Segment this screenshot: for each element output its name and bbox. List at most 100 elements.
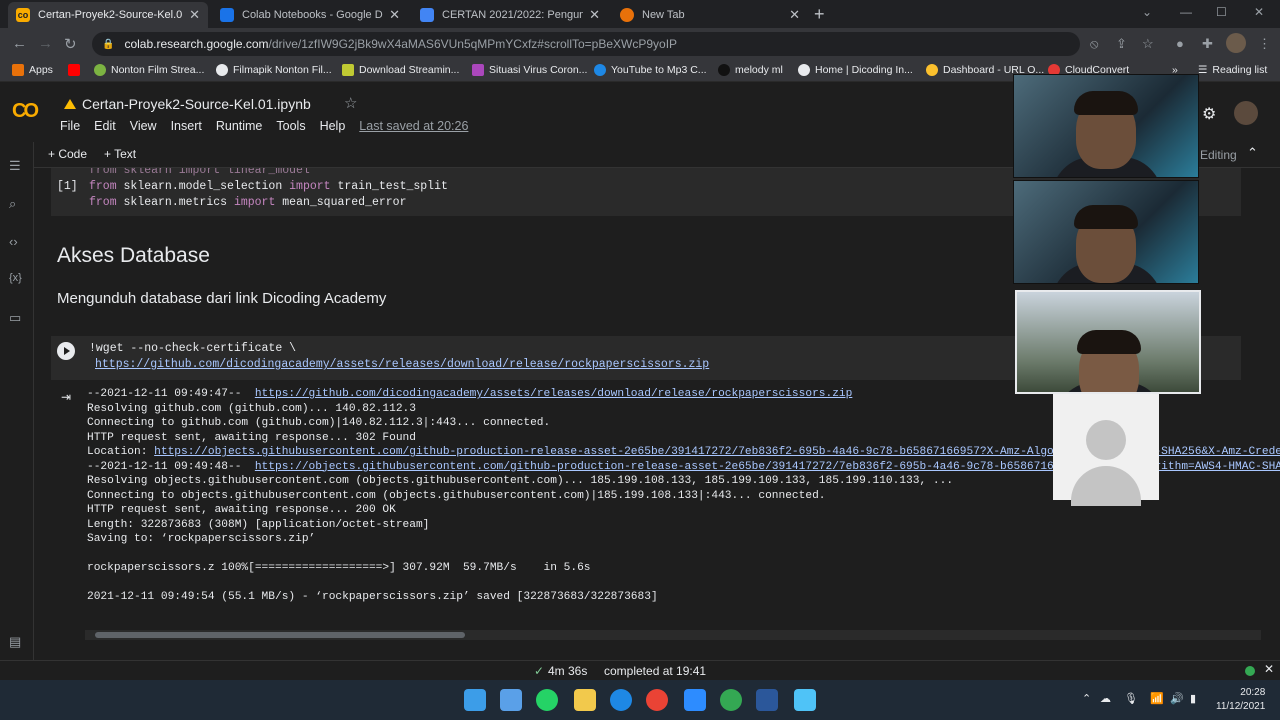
start-icon[interactable]	[464, 689, 486, 711]
output-link[interactable]: https://github.com/dicodingacademy/asset…	[255, 388, 853, 400]
volume-icon[interactable]: 🔊	[1170, 692, 1184, 705]
tab-new-tab[interactable]: New Tab ✕	[612, 2, 808, 28]
widgets-icon[interactable]	[500, 689, 522, 711]
whatsapp-icon[interactable]	[536, 689, 558, 711]
video-tile[interactable]	[1013, 180, 1199, 284]
colab-icon: co	[16, 8, 30, 22]
new-tab-button[interactable]: +	[814, 4, 825, 25]
profile-avatar[interactable]	[1226, 33, 1246, 53]
output-line: --2021-12-11 09:49:47-- https://github.c…	[87, 388, 853, 400]
colab-logo[interactable]: CO	[12, 100, 39, 123]
bookmark-item[interactable]: Nonton Film Strea...	[94, 64, 204, 76]
apps-grid-icon	[12, 64, 24, 76]
puzzle-icon[interactable]: ✚	[1202, 36, 1213, 52]
output-line: Resolving github.com (github.com)... 140…	[87, 402, 416, 415]
word-icon[interactable]	[756, 689, 778, 711]
video-tile[interactable]	[1013, 74, 1199, 178]
bookmark-item[interactable]: YouTube to Mp3 C...	[594, 64, 707, 76]
menu-view[interactable]: View	[130, 119, 157, 133]
editing-mode[interactable]: Editing	[1200, 148, 1237, 162]
bookmark-apps[interactable]: Apps	[12, 64, 53, 76]
add-code-button[interactable]: + Code	[48, 147, 87, 161]
bookmark-favicon	[926, 64, 938, 76]
status-bar: ✓ 4m 36s completed at 19:41 ✕	[0, 660, 1280, 680]
menu-insert[interactable]: Insert	[171, 119, 202, 133]
reload-icon[interactable]: ↻	[64, 35, 77, 53]
battery-icon[interactable]: ▮	[1190, 692, 1196, 705]
blocked-notification-icon[interactable]: ⦸	[1090, 36, 1098, 52]
browser-tab-bar: co Certan-Proyek2-Source-Kel.01.ip ✕ Col…	[0, 0, 1280, 28]
variables-icon[interactable]: {x}	[9, 272, 22, 284]
menu-tools[interactable]: Tools	[276, 119, 305, 133]
avatar-icon	[1086, 420, 1126, 460]
horizontal-scrollbar[interactable]	[85, 630, 1261, 640]
participant-placeholder[interactable]	[1053, 394, 1159, 506]
share-icon[interactable]: ⇪	[1116, 36, 1127, 52]
close-window-icon[interactable]: ✕	[1254, 5, 1264, 19]
menu-help[interactable]: Help	[320, 119, 346, 133]
output-line: Connecting to github.com (github.com)|14…	[87, 417, 551, 429]
output-line: HTTP request sent, awaiting response... …	[87, 504, 396, 516]
scrollbar-thumb[interactable]	[95, 632, 465, 638]
close-tab-icon[interactable]: ✕	[789, 7, 800, 23]
notebook-title[interactable]: Certan-Proyek2-Source-Kel.01.ipynb	[64, 96, 311, 112]
video-tile-active[interactable]	[1015, 290, 1201, 394]
code-url[interactable]: https://github.com/dicodingacademy/asset…	[95, 358, 709, 371]
menu-runtime[interactable]: Runtime	[216, 119, 263, 133]
minimize-icon[interactable]: —	[1180, 5, 1192, 19]
account-avatar[interactable]	[1234, 101, 1258, 125]
chrome-menu-icon[interactable]: ⋮	[1258, 36, 1271, 52]
forward-icon[interactable]: →	[38, 35, 53, 52]
windows-taskbar: ⌃ ☁ 🎙 📶 🔊 ▮ 20:28 11/12/2021	[0, 680, 1280, 720]
youtube-icon	[68, 64, 80, 76]
wifi-icon[interactable]: 📶	[1150, 692, 1164, 705]
bookmark-item[interactable]	[68, 64, 85, 76]
close-tab-icon[interactable]: ✕	[589, 7, 600, 23]
bookmark-item[interactable]: Filmapik Nonton Fil...	[216, 64, 332, 76]
toc-icon[interactable]: ☰	[9, 158, 21, 174]
tab-google-drive[interactable]: Colab Notebooks - Google Drive ✕	[212, 2, 408, 28]
chrome-icon[interactable]	[646, 689, 668, 711]
code-snippets-icon[interactable]: ‹›	[9, 234, 18, 249]
bookmark-item[interactable]: Situasi Virus Coron...	[472, 64, 587, 76]
back-icon[interactable]: ←	[12, 35, 27, 52]
output-line: Connecting to objects.githubusercontent.…	[87, 489, 826, 502]
terminal-icon[interactable]: ▤	[9, 634, 21, 650]
gear-icon[interactable]: ⚙	[1202, 104, 1216, 124]
tab-search-icon[interactable]: ⌄	[1142, 5, 1152, 19]
last-saved-link[interactable]: Last saved at 20:26	[359, 119, 468, 133]
bookmark-favicon	[342, 64, 354, 76]
output-icon[interactable]: ⇥	[61, 390, 71, 404]
bookmark-star-icon[interactable]: ☆	[1142, 36, 1154, 52]
onedrive-icon[interactable]: ☁	[1100, 692, 1111, 705]
file-explorer-icon[interactable]	[574, 689, 596, 711]
search-icon[interactable]: ⌕	[9, 196, 16, 212]
reading-list[interactable]: ☰ Reading list	[1198, 64, 1267, 76]
maximize-icon[interactable]: ☐	[1216, 5, 1227, 19]
edge-icon[interactable]	[610, 689, 632, 711]
output-line: Saving to: ‘rockpaperscissors.zip’	[87, 533, 316, 545]
tab-colab-notebook[interactable]: co Certan-Proyek2-Source-Kel.01.ip ✕	[8, 2, 208, 28]
url-field[interactable]: 🔒 colab.research.google.com /drive/1zfIW…	[92, 32, 1080, 56]
zoom-icon[interactable]	[684, 689, 706, 711]
menu-file[interactable]: File	[60, 119, 80, 133]
close-tab-icon[interactable]: ✕	[389, 7, 400, 23]
star-icon[interactable]: ☆	[344, 94, 357, 112]
notepad-icon[interactable]	[794, 689, 816, 711]
bookmark-item[interactable]: melody ml	[718, 64, 783, 76]
files-icon[interactable]: ▭	[9, 310, 21, 326]
run-cell-button[interactable]	[57, 342, 75, 360]
tab-certan-doc[interactable]: CERTAN 2021/2022: Pengumpul ✕	[412, 2, 608, 28]
add-text-button[interactable]: + Text	[104, 147, 136, 161]
bookmark-item[interactable]: Home | Dicoding In...	[798, 64, 913, 76]
app-icon[interactable]	[720, 689, 742, 711]
bookmark-item[interactable]: Download Streamin...	[342, 64, 459, 76]
extension-icon[interactable]: ●	[1176, 36, 1184, 51]
close-tab-icon[interactable]: ✕	[189, 7, 200, 23]
system-clock[interactable]: 20:28 11/12/2021	[1216, 686, 1265, 714]
close-icon[interactable]: ✕	[1264, 662, 1274, 676]
tray-overflow-icon[interactable]: ⌃	[1082, 692, 1091, 705]
menu-edit[interactable]: Edit	[94, 119, 116, 133]
collapse-header-icon[interactable]: ⌃	[1247, 145, 1258, 161]
microphone-icon[interactable]: 🎙	[1124, 692, 1138, 705]
